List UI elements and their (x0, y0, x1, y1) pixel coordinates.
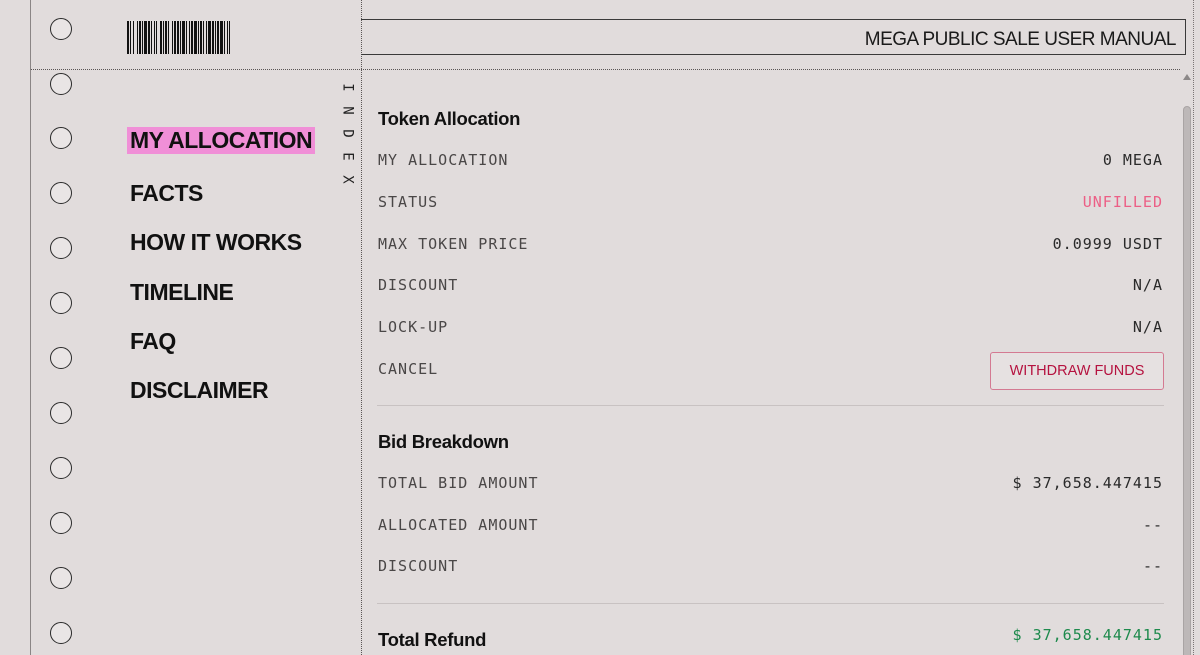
header-divider (31, 69, 1180, 70)
bid-breakdown-heading: Bid Breakdown (378, 431, 509, 452)
row-label-lock-up: LOCK-UP (378, 318, 449, 336)
binder-margin (0, 0, 72, 655)
nav-item-faq[interactable]: FAQ (127, 328, 179, 355)
row-value-total-bid-amount: $ 37,658.447415 (1012, 474, 1163, 492)
row-label-max-token-price: MAX TOKEN PRICE (378, 235, 529, 253)
binder-hole (50, 18, 72, 40)
row-value-bid-discount: -- (1142, 557, 1163, 575)
row-label-cancel: CANCEL (378, 360, 439, 378)
status-value: UNFILLED (1082, 193, 1163, 211)
row-label-total-bid-amount: TOTAL BID AMOUNT (378, 474, 539, 492)
vertical-scrollbar[interactable] (1180, 70, 1194, 655)
index-divider (361, 0, 362, 655)
nav-item-facts[interactable]: FACTS (127, 180, 206, 207)
row-label-allocated-amount: ALLOCATED AMOUNT (378, 516, 539, 534)
withdraw-funds-button[interactable]: WITHDRAW FUNDS (990, 352, 1164, 390)
binder-hole (50, 512, 72, 534)
binder-hole (50, 73, 72, 95)
row-value-discount: N/A (1132, 276, 1163, 294)
nav-item-disclaimer[interactable]: DISCLAIMER (127, 377, 271, 404)
nav-item-my-allocation[interactable]: MY ALLOCATION (127, 127, 316, 154)
binder-hole (50, 457, 72, 479)
nav-item-how-it-works[interactable]: HOW IT WORKS (127, 229, 305, 256)
total-refund-value: $ 37,658.447415 (1012, 626, 1163, 644)
binder-hole (50, 127, 72, 149)
token-allocation-heading: Token Allocation (378, 108, 521, 129)
binder-hole (50, 622, 72, 644)
binder-hole (50, 567, 72, 589)
binder-hole (50, 292, 72, 314)
row-label-my-allocation: MY ALLOCATION (378, 151, 509, 169)
page-title: MEGA PUBLIC SALE USER MANUAL (864, 29, 1177, 50)
title-box: MEGA PUBLIC SALE USER MANUAL (361, 19, 1186, 55)
row-value-lock-up: N/A (1132, 318, 1163, 336)
binder-hole (50, 347, 72, 369)
binder-hole (50, 182, 72, 204)
row-label-discount: DISCOUNT (378, 276, 459, 294)
scroll-up-arrow-icon[interactable] (1183, 74, 1191, 80)
row-value-max-token-price: 0.0999 USDT (1052, 235, 1163, 253)
total-refund-heading: Total Refund (378, 629, 487, 650)
index-vertical-label: INDEX (339, 83, 356, 184)
binder-hole (50, 237, 72, 259)
section-divider (377, 603, 1164, 604)
row-value-my-allocation: 0 MEGA (1102, 151, 1163, 169)
nav-item-timeline[interactable]: TIMELINE (127, 279, 236, 306)
scrollbar-thumb[interactable] (1183, 106, 1191, 655)
barcode-graphic (127, 21, 361, 54)
binder-hole (50, 402, 72, 424)
row-value-allocated-amount: -- (1142, 516, 1163, 534)
row-label-status: STATUS (378, 193, 439, 211)
section-divider (377, 405, 1164, 406)
row-label-bid-discount: DISCOUNT (378, 557, 459, 575)
